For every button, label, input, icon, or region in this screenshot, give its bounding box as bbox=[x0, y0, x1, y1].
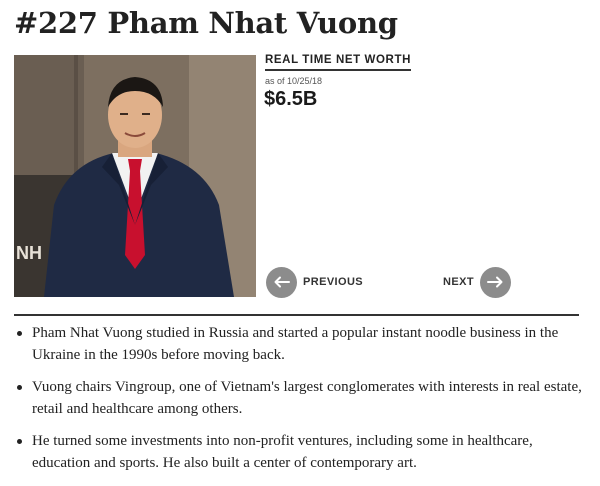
arrow-right-icon[interactable] bbox=[479, 266, 511, 298]
list-item: He turned some investments into non-prof… bbox=[14, 430, 584, 474]
next-button[interactable]: NEXT bbox=[443, 266, 511, 298]
page-title: #227 Pham Nhat Vuong bbox=[14, 6, 398, 40]
list-item: Pham Nhat Vuong studied in Russia and st… bbox=[14, 322, 584, 366]
profile-photo: NH bbox=[14, 55, 256, 297]
section-divider bbox=[14, 314, 579, 316]
facts-list: Pham Nhat Vuong studied in Russia and st… bbox=[14, 322, 584, 484]
next-label[interactable]: NEXT bbox=[443, 276, 474, 288]
net-worth-date: as of 10/25/18 bbox=[265, 76, 323, 86]
previous-label[interactable]: PREVIOUS bbox=[303, 276, 363, 288]
previous-button[interactable]: PREVIOUS bbox=[266, 266, 363, 298]
net-worth-value: $6.5B bbox=[264, 88, 318, 110]
svg-text:NH: NH bbox=[16, 243, 42, 263]
net-worth-label: REAL TIME NET WORTH bbox=[265, 54, 411, 71]
list-item: Vuong chairs Vingroup, one of Vietnam's … bbox=[14, 376, 584, 420]
arrow-left-icon[interactable] bbox=[266, 266, 297, 298]
